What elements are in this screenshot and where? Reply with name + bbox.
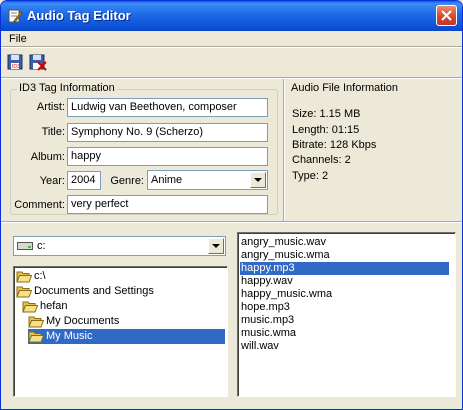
comment-label: Comment: xyxy=(14,199,65,211)
year-label: Year: xyxy=(39,175,65,187)
file-bitrate: Bitrate: 128 Kbps xyxy=(292,139,377,151)
audio-info-group-label: Audio File Information xyxy=(289,82,400,94)
menu-bar: File xyxy=(1,31,462,47)
svg-text:ID3: ID3 xyxy=(12,64,20,70)
title-label: Title: xyxy=(41,126,65,138)
close-button[interactable] xyxy=(436,5,457,26)
menu-file[interactable]: File xyxy=(9,33,27,45)
directory-item[interactable]: c:\ xyxy=(16,269,216,284)
genre-value: Anime xyxy=(151,174,183,186)
file-list-item[interactable]: angry_music.wma xyxy=(240,249,449,262)
main-window: Audio Tag Editor File ID3 ID3 Tag Inform… xyxy=(0,0,463,410)
file-list-item[interactable]: happy.mp3 xyxy=(240,262,449,275)
toolbar-divider xyxy=(1,77,462,79)
id3-group-label: ID3 Tag Information xyxy=(17,82,117,94)
directory-item[interactable]: My Music xyxy=(28,329,225,344)
title-bar[interactable]: Audio Tag Editor xyxy=(1,1,462,31)
window-title: Audio Tag Editor xyxy=(27,8,131,23)
drive-select[interactable]: c: xyxy=(13,236,226,256)
directory-label: hefan xyxy=(40,300,68,312)
file-type: Type: 2 xyxy=(292,170,329,182)
file-list-item[interactable]: happy_music.wma xyxy=(240,288,449,301)
drive-dropdown-button[interactable] xyxy=(208,238,224,254)
file-list-item[interactable]: happy.wav xyxy=(240,275,449,288)
chevron-down-icon xyxy=(254,178,262,182)
album-field[interactable]: happy xyxy=(67,147,268,166)
file-length: Length: 01:15 xyxy=(292,124,360,136)
directory-item[interactable]: My Documents xyxy=(28,314,227,329)
section-divider xyxy=(1,221,462,223)
drive-icon xyxy=(17,242,33,250)
file-list-item[interactable]: music.mp3 xyxy=(240,314,449,327)
genre-label: Genre: xyxy=(110,175,144,187)
tag-remove-icon xyxy=(29,54,47,71)
close-icon xyxy=(441,10,452,21)
tag-edit-icon xyxy=(8,9,23,23)
title-field[interactable]: Symphony No. 9 (Scherzo) xyxy=(67,123,268,142)
file-list[interactable]: angry_music.wav angry_music.wma happy.mp3 h… xyxy=(237,232,456,397)
year-field[interactable]: 2004 xyxy=(67,171,101,190)
chevron-down-icon xyxy=(212,244,220,248)
directory-list[interactable]: c:\ Documents and Settings hefan My Documen… xyxy=(13,266,228,397)
file-list-item[interactable]: will.wav xyxy=(240,340,449,353)
menu-divider-highlight xyxy=(1,47,462,48)
directory-label: My Documents xyxy=(46,315,120,327)
folder-icon xyxy=(28,316,44,328)
panel-divider xyxy=(283,79,285,221)
directory-label: Documents and Settings xyxy=(34,285,154,297)
folder-icon xyxy=(16,271,32,283)
file-size: Size: 1.15 MB xyxy=(292,108,361,120)
floppy-save-icon: ID3 xyxy=(7,54,23,70)
drive-value: c: xyxy=(37,240,46,252)
folder-icon xyxy=(16,286,32,298)
file-list-item[interactable]: hope.mp3 xyxy=(240,301,449,314)
folder-icon xyxy=(28,331,44,343)
directory-label: c:\ xyxy=(34,270,46,282)
genre-select[interactable]: Anime xyxy=(147,170,268,190)
comment-field[interactable]: very perfect xyxy=(67,195,268,214)
file-channels: Channels: 2 xyxy=(292,154,351,166)
genre-dropdown-button[interactable] xyxy=(250,172,266,188)
remove-tag-button[interactable] xyxy=(29,53,47,71)
folder-icon xyxy=(22,301,38,313)
file-list-item[interactable]: angry_music.wav xyxy=(240,236,449,249)
directory-label: My Music xyxy=(46,330,93,342)
save-tag-button[interactable]: ID3 xyxy=(7,53,25,71)
album-label: Album: xyxy=(30,151,65,163)
directory-item[interactable]: hefan xyxy=(22,299,222,314)
directory-item[interactable]: Documents and Settings xyxy=(16,284,216,299)
file-list-item[interactable]: music.wma xyxy=(240,327,449,340)
artist-label: Artist: xyxy=(36,101,65,113)
artist-field[interactable]: Ludwig van Beethoven, composer xyxy=(67,98,268,117)
